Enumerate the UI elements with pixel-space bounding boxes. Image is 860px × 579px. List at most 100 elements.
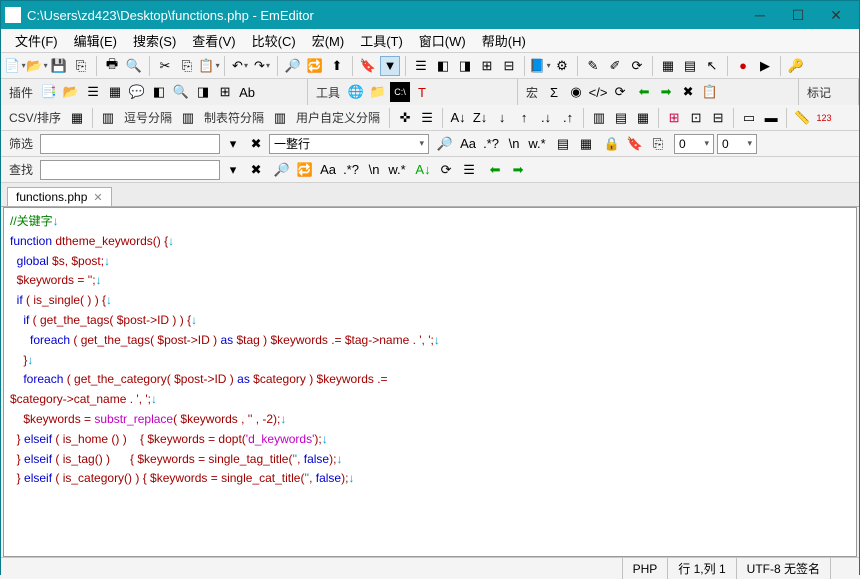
p7-icon[interactable]: 🔍 xyxy=(171,82,191,102)
p2-icon[interactable]: 📂 xyxy=(61,82,81,102)
sort1-icon[interactable]: ↓ xyxy=(492,108,512,128)
r3-icon[interactable]: ⊟ xyxy=(708,108,728,128)
save-all-icon[interactable]: ⎘ xyxy=(71,56,91,76)
tab-close-icon[interactable]: ✕ xyxy=(93,191,102,204)
nl-icon[interactable]: \n xyxy=(504,134,524,154)
view2-icon[interactable]: ◧ xyxy=(433,56,453,76)
list-icon[interactable]: ☰ xyxy=(459,160,479,180)
code-editor[interactable]: //关键字↓function dtheme_keywords() {↓ glob… xyxy=(3,207,857,557)
filter-input[interactable] xyxy=(40,134,220,154)
menu-item[interactable]: 宏(M) xyxy=(304,31,353,50)
search-icon[interactable]: 🔎 xyxy=(283,56,303,76)
m5-icon[interactable]: ✖ xyxy=(678,82,698,102)
filter-icon[interactable]: ▼ xyxy=(380,56,400,76)
menu-item[interactable]: 查看(V) xyxy=(184,31,243,50)
f3-icon[interactable]: ▦ xyxy=(576,134,596,154)
p1-icon[interactable]: 📑 xyxy=(39,82,59,102)
csv-tab[interactable]: 制表符分隔 xyxy=(200,109,268,126)
ie-icon[interactable]: 🌐 xyxy=(346,82,366,102)
m6-icon[interactable]: 📋 xyxy=(700,82,720,102)
explorer-icon[interactable]: 📁 xyxy=(368,82,388,102)
menu-item[interactable]: 帮助(H) xyxy=(474,31,534,50)
p8-icon[interactable]: ◨ xyxy=(193,82,213,102)
open-file-icon[interactable]: 📂▾ xyxy=(27,56,47,76)
tool2-icon[interactable]: ▤ xyxy=(680,56,700,76)
print-icon[interactable]: 🖶 xyxy=(102,56,122,76)
view5-icon[interactable]: ⊟ xyxy=(499,56,519,76)
ruler-icon[interactable]: 📏 xyxy=(792,108,812,128)
new-file-icon[interactable]: 📄▾ xyxy=(5,56,25,76)
menu-item[interactable]: 比较(C) xyxy=(244,31,304,50)
paste-icon[interactable]: 📋▾ xyxy=(199,56,219,76)
fd-w-icon[interactable]: w.* xyxy=(387,160,407,180)
replace-icon[interactable]: 🔁 xyxy=(305,56,325,76)
p6-icon[interactable]: ◧ xyxy=(149,82,169,102)
ex-icon[interactable]: ⎘ xyxy=(648,134,668,154)
bm-icon[interactable]: 🔖 xyxy=(625,134,645,154)
fd-s-icon[interactable]: 🔎 xyxy=(272,160,292,180)
sort-za-icon[interactable]: Z↓ xyxy=(470,108,490,128)
view3-icon[interactable]: ◨ xyxy=(455,56,475,76)
m4-icon[interactable]: ⟳ xyxy=(610,82,630,102)
fd-r-icon[interactable]: 🔁 xyxy=(295,160,315,180)
view1-icon[interactable]: ☰ xyxy=(411,56,431,76)
menu-item[interactable]: 工具(T) xyxy=(352,31,411,50)
f-dd-icon[interactable]: ▾ xyxy=(223,134,243,154)
play-icon[interactable]: ▶ xyxy=(755,56,775,76)
minimize-button[interactable]: ─ xyxy=(741,3,779,27)
menu-item[interactable]: 搜索(S) xyxy=(125,31,184,50)
c3-icon[interactable]: ▦ xyxy=(633,108,653,128)
p3-icon[interactable]: ☰ xyxy=(83,82,103,102)
fd-aa-icon[interactable]: Aa xyxy=(318,160,338,180)
num2-combo[interactable]: 0▾ xyxy=(717,134,757,154)
lock-icon[interactable]: 🔒 xyxy=(602,134,622,154)
macro3-icon[interactable]: ⟳ xyxy=(627,56,647,76)
filter-scope-combo[interactable]: 一整行▾ xyxy=(269,134,429,154)
m1-icon[interactable]: Σ xyxy=(544,82,564,102)
close-button[interactable]: ✕ xyxy=(817,3,855,27)
tool1-icon[interactable]: ▦ xyxy=(658,56,678,76)
csv1-icon[interactable]: ▦ xyxy=(67,108,87,128)
rx-icon[interactable]: .*? xyxy=(481,134,501,154)
fd-x-icon[interactable]: ✖ xyxy=(246,160,266,180)
record-icon[interactable]: ● xyxy=(733,56,753,76)
d1-icon[interactable]: ▭ xyxy=(739,108,759,128)
csv-comma[interactable]: 逗号分隔 xyxy=(120,109,176,126)
csv2-icon[interactable]: ▥ xyxy=(98,108,118,128)
r1-icon[interactable]: ⊞ xyxy=(664,108,684,128)
find-prev-icon[interactable]: ⬆ xyxy=(327,56,347,76)
sort3-icon[interactable]: .↓ xyxy=(536,108,556,128)
csv-user[interactable]: 用户自定义分隔 xyxy=(292,109,384,126)
preview-icon[interactable]: 🔍 xyxy=(124,56,144,76)
maximize-button[interactable]: ☐ xyxy=(779,3,817,27)
sort4-icon[interactable]: .↑ xyxy=(558,108,578,128)
config-icon[interactable]: ⚙ xyxy=(552,56,572,76)
p9-icon[interactable]: ⊞ xyxy=(215,82,235,102)
prev-icon[interactable]: ⬅ xyxy=(485,160,505,180)
find-input[interactable] xyxy=(40,160,220,180)
s1-icon[interactable]: ✜ xyxy=(395,108,415,128)
key-icon[interactable]: 🔑 xyxy=(786,56,806,76)
f1-icon[interactable]: 🔎 xyxy=(435,134,455,154)
sort2-icon[interactable]: ↑ xyxy=(514,108,534,128)
fd-nl-icon[interactable]: \n xyxy=(364,160,384,180)
num-icon[interactable]: 123 xyxy=(814,108,834,128)
r2-icon[interactable]: ⊡ xyxy=(686,108,706,128)
p10-icon[interactable]: Ab xyxy=(237,82,257,102)
doc-type-icon[interactable]: 📘▾ xyxy=(530,56,550,76)
menu-item[interactable]: 文件(F) xyxy=(7,31,66,50)
bookmark-icon[interactable]: 🔖 xyxy=(358,56,378,76)
c1-icon[interactable]: ▥ xyxy=(589,108,609,128)
d2-icon[interactable]: ▬ xyxy=(761,108,781,128)
menu-item[interactable]: 编辑(E) xyxy=(66,31,125,50)
m3-icon[interactable]: </> xyxy=(588,82,608,102)
menu-item[interactable]: 窗口(W) xyxy=(411,31,474,50)
csv3-icon[interactable]: ▥ xyxy=(178,108,198,128)
cut-icon[interactable]: ✂ xyxy=(155,56,175,76)
wrap-icon[interactable]: ⟳ xyxy=(436,160,456,180)
fwd-icon[interactable]: ➡ xyxy=(656,82,676,102)
fd-rx-icon[interactable]: .*? xyxy=(341,160,361,180)
num1-combo[interactable]: 0▾ xyxy=(674,134,714,154)
copy-icon[interactable]: ⎘ xyxy=(177,56,197,76)
f2-icon[interactable]: ▤ xyxy=(553,134,573,154)
